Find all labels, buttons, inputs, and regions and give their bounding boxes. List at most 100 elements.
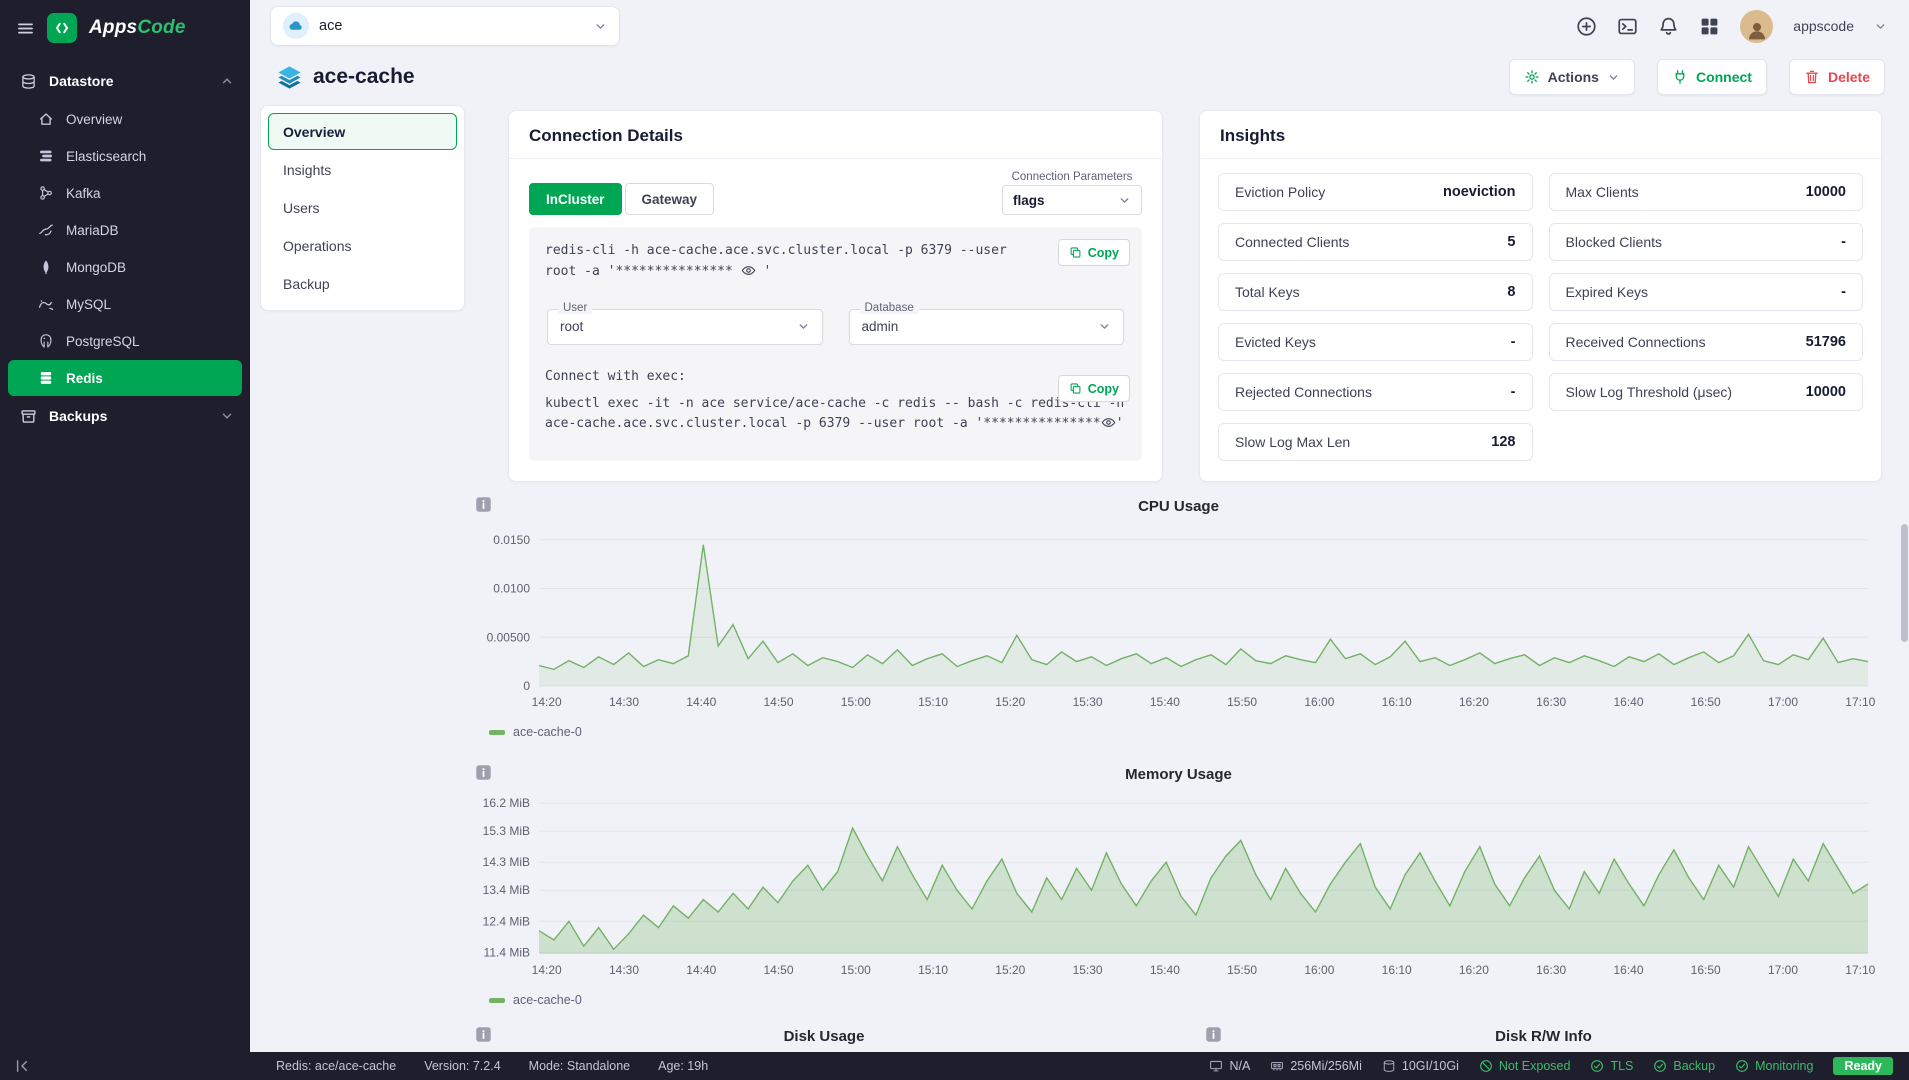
status-version: Version: 7.2.4 [424, 1059, 501, 1073]
resource-label: 256Mi/256Mi [1290, 1059, 1362, 1073]
check-circle-icon [1590, 1059, 1604, 1073]
connect-button[interactable]: Connect [1656, 59, 1767, 95]
connect-with-exec-label: Connect with exec: [545, 368, 686, 384]
user-select-label: User [558, 301, 593, 314]
svg-text:15:10: 15:10 [918, 695, 948, 709]
check-circle-icon [1653, 1059, 1667, 1073]
info-icon[interactable] [1205, 1026, 1222, 1043]
svg-text:14:40: 14:40 [686, 963, 716, 977]
appscode-logo-icon[interactable] [47, 13, 77, 43]
metric-value: - [1510, 334, 1516, 350]
resource-n-a: N/A [1209, 1059, 1250, 1073]
mode-incluster-button[interactable]: InCluster [529, 183, 622, 215]
connection-command-panel: redis-cli -h ace-cache.ace.svc.cluster.l… [529, 227, 1142, 462]
svg-text:14:20: 14:20 [532, 695, 562, 709]
appscode-logo-text[interactable]: AppsCode [89, 17, 186, 39]
page-header: ace-cache Actions Connect Delete [276, 58, 1885, 96]
svg-text:15:10: 15:10 [918, 963, 948, 977]
svg-text:0.0100: 0.0100 [493, 582, 530, 596]
info-icon[interactable] [475, 1026, 492, 1043]
chevron-up-icon [220, 74, 234, 88]
condition-not-exposed: Not Exposed [1479, 1059, 1571, 1073]
delete-button[interactable]: Delete [1788, 59, 1885, 95]
hamburger-menu-icon[interactable] [16, 19, 35, 38]
sidebar-item-label: Redis [66, 370, 103, 386]
apps-grid-icon[interactable] [1699, 16, 1720, 37]
sidebar-item-label: MariaDB [66, 222, 119, 238]
disk-icon [1382, 1059, 1396, 1073]
tab-insights[interactable]: Insights [268, 151, 457, 188]
gear-icon [1524, 69, 1540, 85]
copy-button-label: Copy [1087, 245, 1119, 260]
user-select[interactable]: User root [547, 301, 823, 345]
info-icon[interactable] [475, 764, 492, 781]
tab-users[interactable]: Users [268, 189, 457, 226]
collapse-sidebar-icon[interactable] [14, 1058, 30, 1074]
avatar[interactable] [1740, 9, 1774, 43]
terminal-icon[interactable] [1617, 16, 1638, 37]
namespace-select[interactable]: ace [270, 6, 620, 46]
scrollbar-thumb[interactable] [1901, 524, 1908, 642]
insights-title: Insights [1200, 111, 1881, 159]
sidebar-item-kafka[interactable]: Kafka [8, 175, 242, 211]
svg-text:11.4 MiB: 11.4 MiB [484, 945, 530, 959]
chart-title: Disk R/W Info [1495, 1028, 1592, 1045]
sidebar-item-mysql[interactable]: MySQL [8, 286, 242, 322]
sidebar-item-elasticsearch[interactable]: Elasticsearch [8, 138, 242, 174]
notifications-bell-icon[interactable] [1658, 16, 1679, 37]
sidebar-item-label: PostgreSQL [66, 333, 140, 349]
svg-text:17:10: 17:10 [1845, 695, 1875, 709]
plug-icon [1672, 69, 1688, 85]
svg-text:14:30: 14:30 [609, 963, 639, 977]
database-icon [20, 73, 37, 90]
legend-label: ace-cache-0 [513, 993, 582, 1007]
svg-text:15:50: 15:50 [1227, 695, 1257, 709]
copy-exec-button[interactable]: Copy [1057, 375, 1130, 402]
metric-value: 8 [1507, 284, 1516, 300]
sidebar-item-postgresql[interactable]: PostgreSQL [8, 323, 242, 359]
mode-gateway-button[interactable]: Gateway [624, 183, 715, 215]
condition-label: Monitoring [1755, 1059, 1814, 1073]
condition-label: TLS [1610, 1059, 1634, 1073]
condition-backup: Backup [1653, 1059, 1715, 1073]
metric-label: Slow Log Max Len [1235, 434, 1351, 450]
chart-plot: 11.4 MiB 12.4 MiB 13.4 MiB 14.3 MiB 15.3 MiB… [475, 792, 1882, 989]
create-plus-icon[interactable] [1576, 16, 1597, 37]
metric-expired-keys: Expired Keys - [1548, 273, 1863, 311]
sidebar-item-mongodb[interactable]: MongoDB [8, 249, 242, 285]
metric-rejected-connections: Rejected Connections - [1218, 373, 1533, 411]
database-select[interactable]: Database admin [848, 301, 1124, 345]
chevron-down-icon [1118, 194, 1131, 207]
svg-text:15:30: 15:30 [1073, 963, 1103, 977]
topbar-actions: appscode [1576, 0, 1887, 52]
sidebar-item-label: MongoDB [66, 259, 127, 275]
user-menu-label[interactable]: appscode [1793, 18, 1854, 34]
tab-backup[interactable]: Backup [268, 265, 457, 302]
mysql-icon [38, 296, 54, 312]
info-icon[interactable] [475, 496, 492, 513]
chevron-down-icon [594, 20, 607, 33]
sidebar-item-overview[interactable]: Overview [8, 101, 242, 137]
connection-parameters-select[interactable]: flags [1002, 185, 1142, 215]
status-bar-left: Redis: ace/ace-cache Version: 7.2.4 Mode: … [276, 1052, 708, 1080]
actions-button[interactable]: Actions [1508, 59, 1635, 95]
svg-text:16:30: 16:30 [1536, 963, 1566, 977]
copy-cli-button[interactable]: Copy [1057, 239, 1130, 266]
svg-text:14:20: 14:20 [532, 963, 562, 977]
cpu-usage-chart: CPU Usage 0 0.00500 0.0100 0.0150 14:20 14:30 1… [475, 496, 1882, 739]
tab-operations[interactable]: Operations [268, 227, 457, 264]
svg-text:17:00: 17:00 [1768, 963, 1798, 977]
eye-icon[interactable] [1101, 415, 1116, 430]
mariadb-icon [38, 222, 54, 238]
sidebar-item-redis[interactable]: Redis [8, 360, 242, 396]
sidebar-item-mariadb[interactable]: MariaDB [8, 212, 242, 248]
svg-text:14:50: 14:50 [763, 695, 793, 709]
sidebar-section-datastore[interactable]: Datastore [0, 62, 250, 100]
sidebar: AppsCode Datastore Overview Elasticsearch K… [0, 0, 250, 1052]
condition-label: Not Exposed [1498, 1059, 1571, 1073]
tab-overview[interactable]: Overview [268, 113, 457, 150]
sidebar-section-backups[interactable]: Backups [0, 397, 250, 435]
svg-text:15:00: 15:00 [841, 963, 871, 977]
chevron-down-icon[interactable] [1874, 20, 1887, 33]
eye-icon[interactable] [741, 263, 756, 278]
